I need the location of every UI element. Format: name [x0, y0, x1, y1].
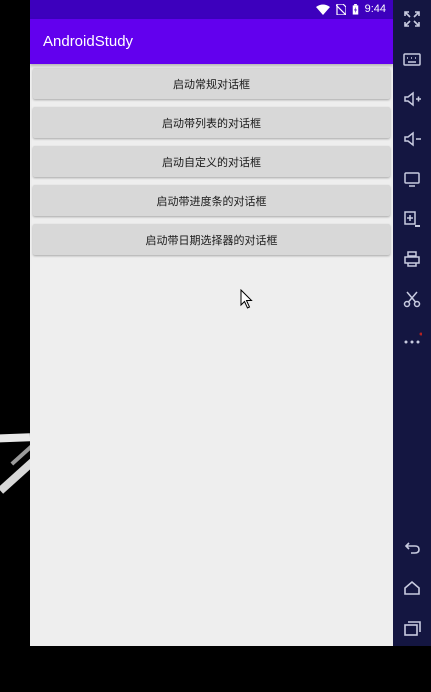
desktop-wallpaper-fragment — [0, 430, 30, 510]
volume-up-icon — [404, 91, 421, 107]
print-icon — [404, 251, 420, 267]
rotate-screen-button[interactable] — [393, 164, 431, 194]
cut-icon — [403, 291, 421, 308]
print-button[interactable] — [393, 244, 431, 274]
keyboard-button[interactable] — [393, 44, 431, 74]
normal-dialog-button[interactable]: 启动常规对话框 — [33, 68, 390, 99]
back-icon — [404, 542, 420, 554]
install-apk-button[interactable] — [393, 204, 431, 234]
recents-button[interactable] — [393, 613, 431, 643]
status-time: 9:44 — [364, 3, 386, 15]
date-picker-dialog-button[interactable]: 启动带日期选择器的对话框 — [33, 224, 390, 255]
fullscreen-button[interactable] — [393, 4, 431, 34]
home-button[interactable] — [393, 573, 431, 603]
list-dialog-button[interactable]: 启动带列表的对话框 — [33, 107, 390, 138]
no-sim-icon — [335, 4, 346, 15]
more-options-button[interactable] — [393, 324, 431, 354]
battery-charging-icon — [352, 4, 358, 15]
volume-down-icon — [404, 131, 421, 147]
screen-icon — [404, 172, 420, 187]
screenshot-button[interactable] — [393, 284, 431, 314]
install-apk-icon — [404, 211, 420, 227]
home-icon — [404, 580, 420, 595]
screen-root: 9:44 AndroidStudy 启动常规对话框 启动带列表的对话框 启动自定… — [0, 0, 431, 692]
emulator-toolbar — [393, 0, 431, 646]
button-list: 启动常规对话框 启动带列表的对话框 启动自定义的对话框 启动带进度条的对话框 启… — [30, 64, 393, 255]
more-icon — [404, 332, 422, 344]
fullscreen-icon — [404, 11, 420, 27]
bottom-frame — [0, 646, 431, 692]
phone-screen: 9:44 AndroidStudy 启动常规对话框 启动带列表的对话框 启动自定… — [30, 0, 393, 646]
app-title: AndroidStudy — [43, 33, 134, 50]
volume-down-button[interactable] — [393, 124, 431, 154]
back-button[interactable] — [393, 532, 431, 562]
mouse-cursor-icon — [240, 289, 253, 309]
custom-dialog-button[interactable]: 启动自定义的对话框 — [33, 146, 390, 177]
wifi-icon — [315, 4, 330, 15]
status-bar: 9:44 — [30, 0, 393, 19]
keyboard-icon — [403, 53, 421, 66]
recents-icon — [404, 621, 421, 636]
progress-dialog-button[interactable]: 启动带进度条的对话框 — [33, 185, 390, 216]
app-bar: AndroidStudy — [30, 19, 393, 64]
volume-up-button[interactable] — [393, 84, 431, 114]
